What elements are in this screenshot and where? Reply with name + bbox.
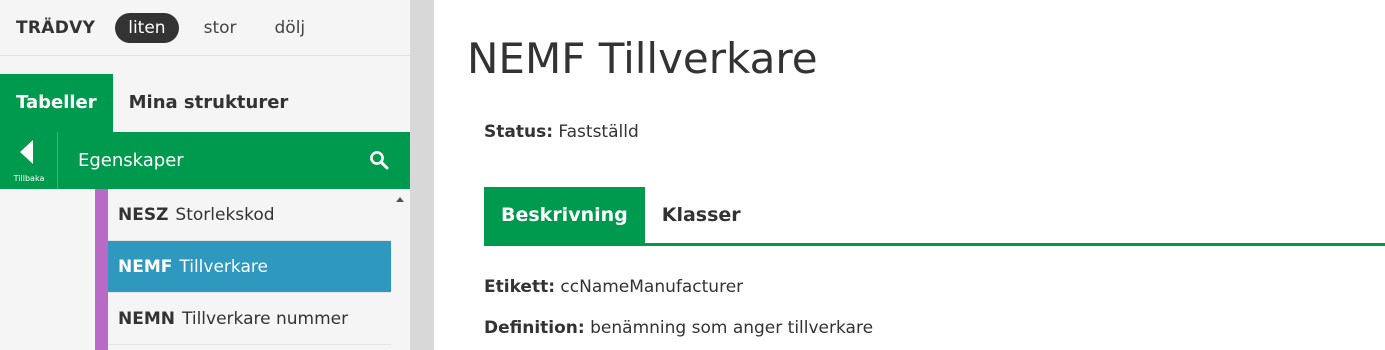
tree-item-nemn[interactable]: NEMN Tillverkare nummer [108, 293, 391, 345]
tree-sidebar: TRÄDVY liten stor dölj Tabeller Mina str… [0, 0, 410, 350]
tab-tables[interactable]: Tabeller [0, 74, 113, 132]
field-value: benämning som anger tillverkare [590, 318, 874, 338]
back-button[interactable]: Tillbaka [0, 132, 58, 189]
treeview-option-hide[interactable]: dölj [262, 13, 319, 43]
tree-item-code: NEMN [118, 309, 175, 329]
field-label-row: Etikett: ccNameManufacturer [484, 277, 743, 297]
treeview-header: TRÄDVY liten stor dölj [0, 0, 410, 56]
scroll-up-arrow-icon[interactable] [396, 197, 404, 202]
tree-level-bar [95, 189, 108, 350]
content-tabs: Beskrivning Klasser [484, 187, 1385, 246]
tree-item-nemf[interactable]: NEMF Tillverkare [108, 241, 391, 293]
tree-item-name: Storlekskod [175, 205, 275, 225]
sidebar-navbar: Tillbaka Egenskaper [0, 132, 410, 189]
section-title: Egenskaper [78, 150, 184, 171]
panel-divider[interactable] [410, 0, 434, 350]
back-label: Tillbaka [13, 174, 45, 183]
tree-item-code: NESZ [118, 205, 169, 225]
tab-my-structures[interactable]: Mina strukturer [113, 74, 305, 132]
field-label: Definition: [484, 318, 585, 338]
status-value: Fastställd [558, 122, 639, 142]
tree-item-code: NEMF [118, 257, 173, 277]
tree-list: NESZ Storlekskod NEMF Tillverkare NEMN Till… [95, 189, 391, 350]
treeview-title: TRÄDVY [16, 17, 96, 38]
treeview-option-large[interactable]: stor [191, 13, 250, 43]
back-arrow-icon [20, 140, 33, 164]
tree-item-nesz[interactable]: NESZ Storlekskod [108, 189, 391, 241]
page-title: NEMF Tillverkare [467, 34, 818, 83]
status-label: Status: [484, 122, 553, 142]
field-value: ccNameManufacturer [560, 277, 744, 297]
field-definition-row: Definition: benämning som anger tillverk… [484, 318, 873, 338]
treeview-option-small[interactable]: liten [115, 12, 179, 43]
main-content: NEMF Tillverkare Status: Fastställd Besk… [434, 0, 1385, 350]
sidebar-tabs: Tabeller Mina strukturer [0, 74, 410, 132]
field-label: Etikett: [484, 277, 555, 297]
search-icon[interactable] [369, 150, 389, 170]
tree-item-name: Tillverkare [179, 257, 268, 277]
status-line: Status: Fastställd [484, 122, 639, 142]
tab-description[interactable]: Beskrivning [484, 187, 645, 243]
tab-classes[interactable]: Klasser [645, 187, 758, 243]
tree-item-name: Tillverkare nummer [182, 309, 349, 329]
